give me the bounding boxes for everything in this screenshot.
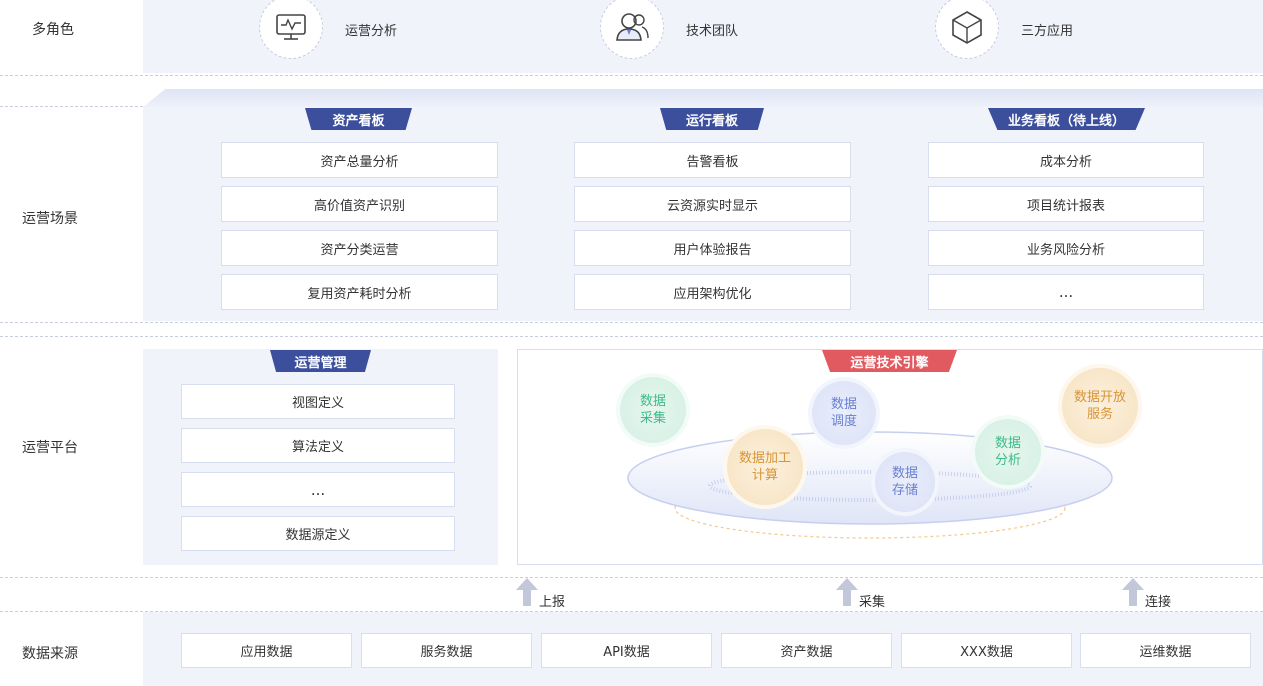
bubble-data-collect[interactable]: 数据 采集 xyxy=(620,377,686,443)
board-business-item[interactable]: 成本分析 xyxy=(928,142,1204,178)
row-label-roles: 多角色 xyxy=(32,22,74,38)
arrow-label-collect: 采集 xyxy=(859,595,886,610)
bubble-data-compute[interactable]: 数据加工 计算 xyxy=(727,429,803,505)
management-item[interactable]: 算法定义 xyxy=(181,428,455,463)
source-item[interactable]: 运维数据 xyxy=(1080,633,1251,668)
bubble-data-schedule[interactable]: 数据 调度 xyxy=(812,381,876,445)
tab-asset-board[interactable]: 资产看板 xyxy=(305,108,412,130)
tab-business-board[interactable]: 业务看板（待上线） xyxy=(988,108,1145,130)
board-run-item[interactable]: 云资源实时显示 xyxy=(574,186,851,222)
row-label-sources: 数据来源 xyxy=(22,646,78,662)
management-item[interactable]: ... xyxy=(181,472,455,507)
board-business-item[interactable]: 项目统计报表 xyxy=(928,186,1204,222)
tab-operations-management[interactable]: 运营管理 xyxy=(270,350,371,372)
board-run-item[interactable]: 用户体验报告 xyxy=(574,230,851,266)
tab-engine[interactable]: 运营技术引擎 xyxy=(822,350,957,372)
scenes-top-bevel xyxy=(143,89,1263,107)
board-asset-item[interactable]: 资产总量分析 xyxy=(221,142,498,178)
bubble-data-open-service[interactable]: 数据开放 服务 xyxy=(1062,368,1138,444)
source-item[interactable]: API数据 xyxy=(541,633,712,668)
arrow-label-connect: 连接 xyxy=(1145,595,1172,610)
divider xyxy=(0,577,1263,578)
bubble-data-analysis[interactable]: 数据 分析 xyxy=(975,419,1041,485)
board-run-item[interactable]: 告警看板 xyxy=(574,142,851,178)
board-asset-item[interactable]: 高价值资产识别 xyxy=(221,186,498,222)
arrow-up-icon xyxy=(516,578,538,606)
source-item[interactable]: 服务数据 xyxy=(361,633,532,668)
team-icon xyxy=(616,13,649,41)
divider xyxy=(0,75,1263,76)
engine-platform-disc xyxy=(627,431,1113,539)
row-label-scenes: 运营场景 xyxy=(22,211,78,227)
source-item[interactable]: 应用数据 xyxy=(181,633,352,668)
arrow-up-icon xyxy=(836,578,858,606)
row-label-platform: 运营平台 xyxy=(22,440,78,456)
board-business-item[interactable]: 业务风险分析 xyxy=(928,230,1204,266)
role-analysis-label: 运营分析 xyxy=(345,24,398,39)
source-item[interactable]: 资产数据 xyxy=(721,633,892,668)
management-item[interactable]: 数据源定义 xyxy=(181,516,455,551)
source-item[interactable]: XXX数据 xyxy=(901,633,1072,668)
divider xyxy=(0,336,1263,337)
management-item[interactable]: 视图定义 xyxy=(181,384,455,419)
board-run-item[interactable]: 应用架构优化 xyxy=(574,274,851,310)
monitor-chart-icon xyxy=(276,14,306,40)
arrow-up-icon xyxy=(1122,578,1144,606)
role-team-label: 技术团队 xyxy=(686,24,739,39)
board-asset-item[interactable]: 资产分类运营 xyxy=(221,230,498,266)
board-business-item[interactable]: ... xyxy=(928,274,1204,310)
cube-icon xyxy=(952,11,982,44)
board-asset-item[interactable]: 复用资产耗时分析 xyxy=(221,274,498,310)
divider xyxy=(0,322,1263,323)
arrow-label-report: 上报 xyxy=(539,595,566,610)
tab-run-board[interactable]: 运行看板 xyxy=(660,108,764,130)
bubble-data-storage[interactable]: 数据 存储 xyxy=(875,452,935,512)
role-thirdparty-label: 三方应用 xyxy=(1021,24,1074,39)
